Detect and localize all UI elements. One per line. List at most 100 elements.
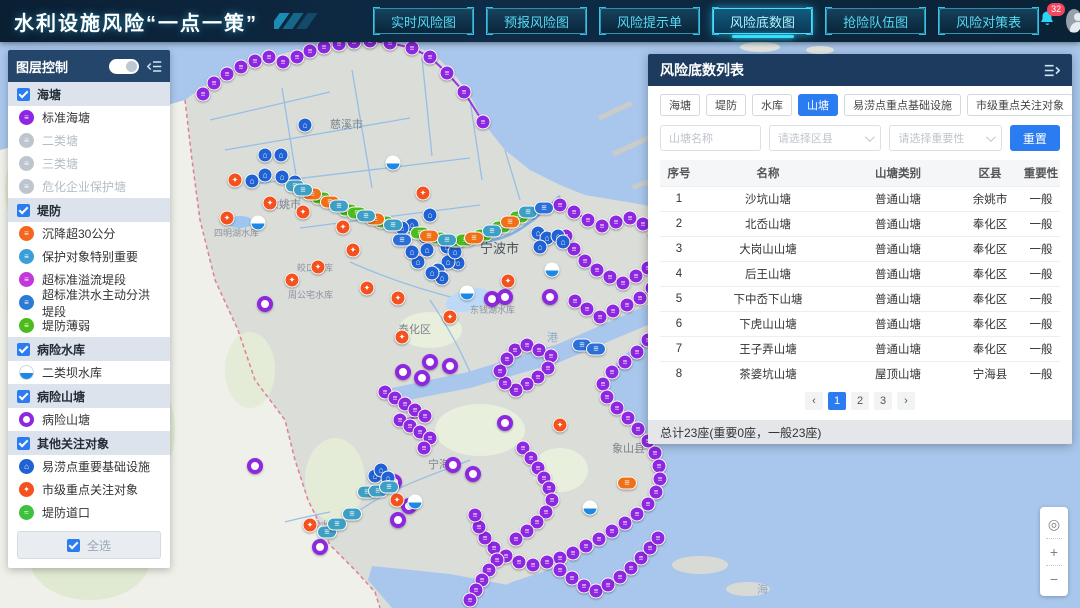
layer-section-checkbox[interactable] [17, 390, 30, 403]
zoom-in-button[interactable]: + [1040, 539, 1068, 565]
map-marker-sw[interactable]: ≡ [603, 270, 618, 285]
map-marker-fb[interactable]: ⌂ [425, 266, 440, 281]
map-marker-red[interactable]: ✦ [311, 260, 326, 275]
map-marker-po mk-pill[interactable]: ≡ [464, 232, 484, 245]
map-marker-red[interactable]: ✦ [360, 281, 375, 296]
map-marker-sw[interactable]: ≡ [629, 269, 644, 284]
map-marker-sw[interactable]: ≡ [457, 85, 472, 100]
layer-item-0-3[interactable]: ≡危化企业保护塘 [8, 175, 170, 198]
map-marker-res[interactable] [251, 216, 266, 231]
map-marker-sw[interactable]: ≡ [651, 531, 666, 546]
tab-1[interactable]: 堤防 [706, 94, 746, 116]
map-marker-red[interactable]: ✦ [303, 518, 318, 533]
map-marker-res[interactable] [583, 501, 598, 516]
layer-item-0-1[interactable]: ≡二类塘 [8, 129, 170, 152]
map-marker-sw[interactable]: ≡ [620, 298, 635, 313]
map-marker-pt mk-pill[interactable]: ≡ [293, 184, 313, 197]
map-marker-sw[interactable]: ≡ [568, 294, 583, 309]
layer-item-3-0[interactable]: 病险山塘 [8, 408, 170, 431]
layer-item-1-0[interactable]: ≡沉降超30公分 [8, 222, 170, 245]
map-marker-ring[interactable] [497, 289, 513, 305]
map-marker-sw[interactable]: ≡ [405, 41, 420, 56]
map-marker-fb[interactable]: ⌂ [423, 208, 438, 223]
map-marker-res[interactable] [460, 286, 475, 301]
select-all-button[interactable]: 全选 [17, 531, 161, 559]
map-marker-sw[interactable]: ≡ [579, 539, 594, 554]
table-row[interactable]: 5下中岙下山塘普通山塘奉化区一般 [660, 286, 1060, 311]
map-marker-pb mk-pill[interactable]: ≡ [392, 234, 412, 247]
map-marker-pb mk-pill[interactable]: ≡ [534, 202, 554, 215]
layer-section-checkbox[interactable] [17, 343, 30, 356]
map-marker-red[interactable]: ✦ [395, 330, 410, 345]
layer-item-4-0[interactable]: ⌂易涝点重要基础设施 [8, 455, 170, 478]
map-marker-red[interactable]: ✦ [220, 211, 235, 226]
page-button-›[interactable]: › [897, 392, 915, 410]
map-marker-pt mk-pill[interactable]: ≡ [342, 508, 362, 521]
map-marker-sw[interactable]: ≡ [553, 198, 568, 213]
layer-item-0-2[interactable]: ≡三类塘 [8, 152, 170, 175]
collapse-list-icon[interactable] [1044, 64, 1060, 77]
tab-2[interactable]: 水库 [752, 94, 792, 116]
layer-section-checkbox[interactable] [17, 88, 30, 101]
map-marker-sw[interactable]: ≡ [605, 524, 620, 539]
map-marker-red[interactable]: ✦ [296, 205, 311, 220]
map-marker-res[interactable] [386, 156, 401, 171]
map-marker-fb[interactable]: ⌂ [274, 148, 289, 163]
map-marker-sw[interactable]: ≡ [630, 345, 645, 360]
table-row[interactable]: 4后王山塘普通山塘奉化区一般 [660, 261, 1060, 286]
name-search-input[interactable]: 山塘名称 [660, 125, 761, 151]
layer-section-checkbox[interactable] [17, 204, 30, 217]
table-row[interactable]: 2北岙山塘普通山塘奉化区一般 [660, 211, 1060, 236]
map-marker-sw[interactable]: ≡ [262, 50, 277, 65]
layer-section-checkbox[interactable] [17, 437, 30, 450]
map-marker-sw[interactable]: ≡ [207, 76, 222, 91]
map-marker-ring[interactable] [445, 457, 461, 473]
map-marker-fb[interactable]: ⌂ [405, 245, 420, 260]
map-marker-sw[interactable]: ≡ [509, 532, 524, 547]
map-marker-sw[interactable]: ≡ [595, 219, 610, 234]
map-marker-pb mk-pill[interactable]: ≡ [586, 343, 606, 356]
map-marker-res[interactable] [408, 495, 423, 510]
map-marker-fb[interactable]: ⌂ [556, 235, 571, 250]
map-marker-red[interactable]: ✦ [553, 418, 568, 433]
map-marker-sw[interactable]: ≡ [234, 60, 249, 75]
tab-3[interactable]: 山塘 [798, 94, 838, 116]
map-marker-red[interactable]: ✦ [501, 274, 516, 289]
page-button-1[interactable]: 1 [828, 392, 846, 410]
map-marker-red[interactable]: ✦ [416, 186, 431, 201]
map-marker-ring[interactable] [312, 539, 328, 555]
map-marker-red[interactable]: ✦ [443, 310, 458, 325]
map-marker-pt mk-pill[interactable]: ≡ [482, 225, 502, 238]
tab-4[interactable]: 易涝点重点基础设施 [844, 94, 961, 116]
map-marker-sw[interactable]: ≡ [581, 213, 596, 228]
map-marker-ring[interactable] [542, 289, 558, 305]
layer-item-1-1[interactable]: ≡保护对象特别重要 [8, 245, 170, 268]
map-marker-sw[interactable]: ≡ [590, 263, 605, 278]
map-marker-ring[interactable] [257, 296, 273, 312]
avatar[interactable] [1066, 9, 1080, 33]
map-marker-sw[interactable]: ≡ [567, 205, 582, 220]
map-marker-sw[interactable]: ≡ [468, 508, 483, 523]
map-marker-sw[interactable]: ≡ [593, 310, 608, 325]
layer-item-0-0[interactable]: ≡标准海塘 [8, 106, 170, 129]
map-marker-red[interactable]: ✦ [285, 273, 300, 288]
map-marker-fb[interactable]: ⌂ [298, 118, 313, 133]
table-row[interactable]: 8茶婆坑山塘屋顶山塘宁海县一般 [660, 361, 1060, 386]
compass-icon[interactable]: ◎ [1040, 511, 1068, 538]
layer-item-4-1[interactable]: ✦市级重点关注对象 [8, 478, 170, 501]
district-select[interactable]: 请选择区县 [769, 125, 881, 151]
map-marker-sw[interactable]: ≡ [512, 555, 527, 570]
map-marker-pt mk-pill[interactable]: ≡ [437, 234, 457, 247]
map-marker-sw[interactable]: ≡ [276, 55, 291, 70]
importance-select[interactable]: 请选择重要性 [889, 125, 1001, 151]
map-marker-fb[interactable]: ⌂ [420, 243, 435, 258]
map-marker-red[interactable]: ✦ [390, 493, 405, 508]
map-marker-sw[interactable]: ≡ [440, 66, 455, 81]
map-marker-ring[interactable] [390, 512, 406, 528]
map-marker-sw[interactable]: ≡ [609, 215, 624, 230]
map-marker-po mk-pill[interactable]: ≡ [500, 216, 520, 229]
nav-button-0[interactable]: 实时风险图 [374, 8, 473, 34]
map-marker-sw[interactable]: ≡ [592, 532, 607, 547]
map-marker-ring[interactable] [395, 364, 411, 380]
map-marker-red[interactable]: ✦ [263, 196, 278, 211]
